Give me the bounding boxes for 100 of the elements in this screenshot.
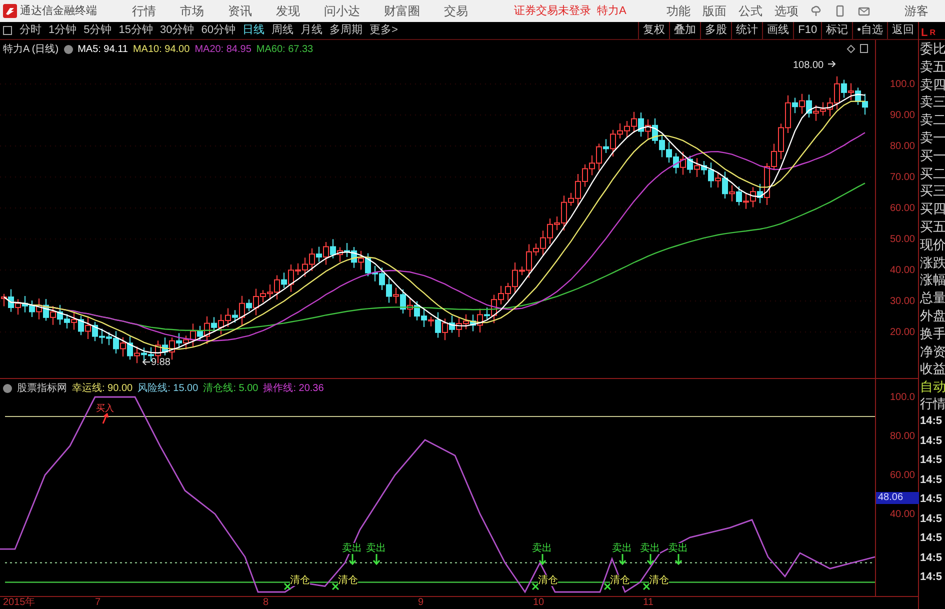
toolbar-button[interactable]: 标记: [821, 22, 852, 39]
period-tab[interactable]: 15分钟: [115, 22, 156, 39]
menu-item[interactable]: 选项: [774, 2, 798, 20]
buy-signal-label: 买入: [96, 403, 114, 413]
menu-item[interactable]: 功能: [666, 2, 690, 20]
login-status[interactable]: 证券交易未登录: [514, 2, 591, 20]
axis-label: 80.00: [890, 140, 915, 154]
cross-icon: [604, 583, 611, 590]
axis-label: 90.00: [890, 109, 915, 123]
axis-label: 60.00: [890, 469, 915, 483]
low-price-label: 9.88: [151, 356, 170, 370]
cross-icon: [332, 583, 339, 590]
cross-icon: [643, 583, 650, 590]
period-tab[interactable]: 日线: [239, 22, 268, 39]
quote-field-label: 卖二: [919, 111, 945, 129]
axis-label: 80.00: [890, 430, 915, 444]
quote-field-label: 买三: [919, 182, 945, 200]
legend-item: MA60: 67.33: [256, 43, 314, 57]
legend-item: 清仓线: 5.00: [203, 382, 258, 396]
period-tab[interactable]: 分时: [16, 22, 45, 39]
down-arrow-icon: [348, 554, 356, 565]
chart-title: 特力A (日线): [3, 42, 59, 57]
toolbar-button[interactable]: 返回: [887, 22, 918, 39]
clear-signal-label: 清仓: [338, 575, 358, 586]
quote-field-label: 买四: [919, 200, 945, 218]
time-label: 14:5: [919, 414, 944, 430]
window-icon[interactable]: [860, 44, 868, 53]
cross-icon: [284, 583, 291, 590]
menu-item[interactable]: 资讯: [228, 2, 252, 20]
legend-item: 操作线: 20.36: [263, 382, 324, 396]
legend-item: 幸运线: 90.00: [72, 382, 133, 396]
axis-label: 40.00: [890, 508, 915, 522]
period-tab[interactable]: 30分钟: [156, 22, 198, 39]
toolbar-button[interactable]: F10: [793, 22, 822, 39]
menu-item[interactable]: 公式: [738, 2, 762, 20]
axis-label: 50.00: [890, 233, 915, 247]
period-tab[interactable]: 1分钟: [45, 22, 80, 39]
menu-item[interactable]: 问小达: [324, 2, 360, 20]
time-label: 14:5: [919, 550, 944, 566]
stock-name: 特力A: [597, 4, 626, 19]
quote-field-label: 买二: [919, 164, 945, 182]
current-value-badge: 48.06: [876, 492, 919, 504]
period-tab[interactable]: 月线: [297, 22, 326, 39]
quote-panel-label: 自动: [919, 378, 945, 396]
period-tab[interactable]: 60分钟: [198, 22, 239, 39]
down-arrow-icon: [538, 554, 546, 565]
menu-item[interactable]: 交易: [444, 2, 468, 20]
clear-signal-label: 清仓: [610, 575, 630, 586]
cloud-icon[interactable]: [810, 5, 822, 17]
high-price-label: 108.00: [793, 59, 824, 73]
axis-label: 40.00: [890, 264, 915, 278]
app-logo-icon: [3, 4, 17, 18]
quote-field-label: 净资: [919, 342, 945, 360]
panel-toggle-icon[interactable]: [3, 26, 12, 35]
quote-field-label: 委比: [919, 40, 945, 58]
quote-field-label: 卖一: [919, 128, 945, 147]
menu-item[interactable]: 市场: [180, 2, 204, 20]
axis-label: 100.0: [890, 391, 915, 405]
period-tab[interactable]: 多周期: [326, 22, 366, 39]
mail-icon[interactable]: [858, 5, 870, 17]
menu-item[interactable]: 版面: [702, 2, 726, 20]
toolbar-button[interactable]: 画线: [762, 22, 794, 39]
menu-item[interactable]: 行情: [132, 2, 156, 20]
toolbar-button[interactable]: 多股: [700, 22, 732, 39]
axis-label: 30.00: [890, 295, 915, 309]
menu-item[interactable]: 财富圈: [384, 2, 420, 20]
toolbar-button[interactable]: •自选: [852, 22, 887, 39]
legend-item: MA20: 84.95: [194, 43, 252, 57]
time-label: 14:5: [919, 531, 944, 546]
quote-field-label: 卖三: [919, 93, 945, 112]
up-arrow-icon: [102, 413, 108, 424]
user-label[interactable]: 游客: [904, 2, 928, 20]
time-label: 14:5: [919, 512, 944, 527]
arrow-icon: [828, 61, 836, 67]
settings-icon[interactable]: [64, 45, 73, 54]
sell-signal-label: 卖出: [668, 543, 688, 554]
date-label: 7: [95, 597, 101, 609]
quote-field-label: 买一: [919, 146, 945, 165]
legend-item: 风险线: 15.00: [138, 382, 198, 396]
period-tab[interactable]: 周线: [268, 22, 297, 39]
date-label: 2015年: [3, 597, 36, 609]
toolbar-button[interactable]: 叠加: [669, 22, 700, 39]
sell-signal-label: 卖出: [342, 543, 362, 554]
toolbar-button[interactable]: 复权: [638, 22, 670, 39]
settings-icon[interactable]: [3, 384, 12, 393]
clear-signal-label: 清仓: [290, 575, 310, 586]
menu-item[interactable]: 发现: [276, 2, 300, 20]
sell-signal-label: 卖出: [532, 543, 552, 554]
toolbar-button[interactable]: 统计: [731, 22, 762, 39]
phone-icon[interactable]: [834, 5, 846, 17]
legend-item: MA5: 94.11: [78, 43, 128, 57]
time-label: 14:5: [919, 472, 944, 488]
date-label: 11: [643, 597, 654, 609]
axis-label: 100.0: [890, 78, 915, 92]
period-tab[interactable]: 更多>: [366, 22, 402, 39]
period-tab[interactable]: 5分钟: [80, 22, 116, 39]
date-label: 9: [418, 597, 424, 609]
sell-signal-label: 卖出: [640, 543, 660, 554]
time-label: 14:5: [919, 434, 944, 449]
sell-signal-label: 卖出: [366, 543, 386, 554]
